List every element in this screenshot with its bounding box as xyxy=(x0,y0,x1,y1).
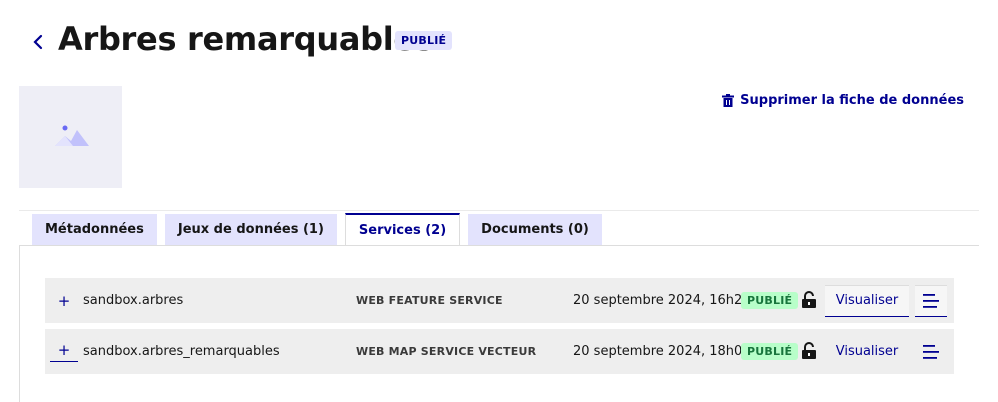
tab-documents[interactable]: Documents (0) xyxy=(468,214,602,245)
lock-open-icon xyxy=(802,342,816,359)
tab-panel xyxy=(19,245,979,402)
service-type: WEB FEATURE SERVICE xyxy=(356,294,503,307)
visualize-button[interactable]: Visualiser xyxy=(825,336,909,368)
service-status-badge: PUBLIÉ xyxy=(741,343,799,360)
delete-record-button[interactable]: Supprimer la fiche de données xyxy=(722,93,964,108)
visualize-button[interactable]: Visualiser xyxy=(825,284,909,317)
tab-services[interactable]: Services (2) xyxy=(344,213,461,245)
expand-button[interactable]: + xyxy=(50,341,78,362)
service-type: WEB MAP SERVICE VECTEUR xyxy=(356,345,537,358)
service-date: 20 septembre 2024, 16h23 xyxy=(573,293,751,308)
service-date: 20 septembre 2024, 18h04 xyxy=(573,344,751,359)
delete-record-label: Supprimer la fiche de données xyxy=(740,93,964,108)
tab-jeux-de-donnees[interactable]: Jeux de données (1) xyxy=(164,214,337,245)
tab-metadonnees[interactable]: Métadonnées xyxy=(32,214,157,245)
row-menu-button[interactable] xyxy=(915,284,947,317)
back-button[interactable] xyxy=(30,30,48,54)
trash-icon xyxy=(722,94,735,107)
expand-button[interactable]: + xyxy=(50,292,78,310)
image-placeholder-icon xyxy=(55,125,89,146)
service-name: sandbox.arbres xyxy=(83,293,184,308)
thumbnail-placeholder xyxy=(19,86,122,188)
service-status-badge: PUBLIÉ xyxy=(741,292,799,309)
page-title: Arbres remarquables xyxy=(58,20,434,58)
service-row: + sandbox.arbres WEB FEATURE SERVICE 20 … xyxy=(45,278,954,323)
menu-lines-icon xyxy=(923,344,939,359)
chevron-left-icon xyxy=(33,34,43,50)
tab-bar: Métadonnées Jeux de données (1) Services… xyxy=(32,213,602,245)
menu-lines-icon xyxy=(923,293,939,308)
divider xyxy=(19,210,979,211)
status-badge: PUBLIÉ xyxy=(395,31,453,50)
service-name: sandbox.arbres_remarquables xyxy=(83,344,280,359)
row-menu-button[interactable] xyxy=(915,336,947,368)
lock-open-icon xyxy=(802,291,816,308)
service-row: + sandbox.arbres_remarquables WEB MAP SE… xyxy=(45,329,954,374)
